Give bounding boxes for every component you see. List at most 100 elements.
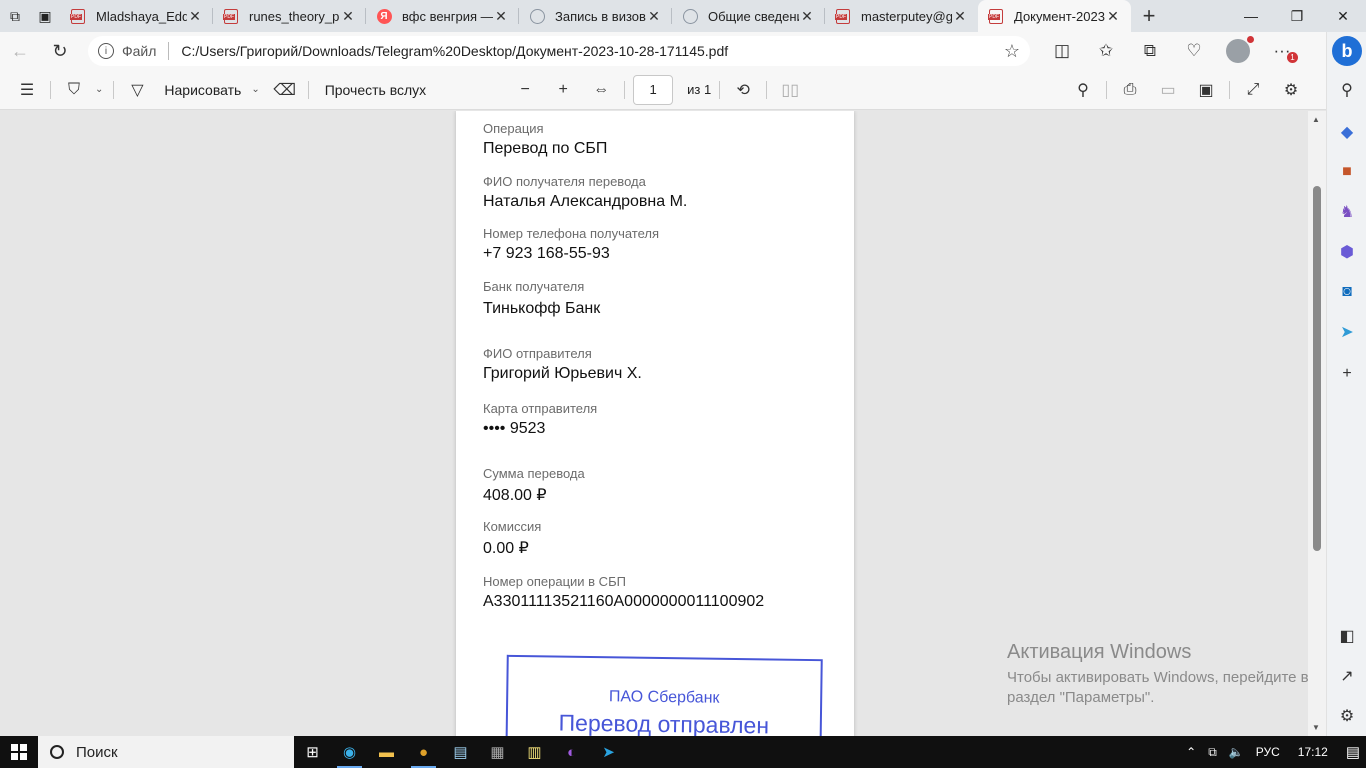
restore-button[interactable]: ❐: [1274, 0, 1320, 32]
copilot-button[interactable]: b: [1332, 36, 1362, 66]
fit-width-button[interactable]: ⇔: [582, 70, 620, 110]
profile-button[interactable]: [1216, 32, 1260, 70]
vertical-scrollbar[interactable]: ▲ ▼: [1308, 111, 1326, 736]
drop-button[interactable]: ➤: [1335, 320, 1359, 344]
tab-general-info[interactable]: Общие сведени ✕: [672, 0, 825, 32]
sidebar-settings-button[interactable]: ⚙: [1335, 704, 1359, 728]
paper-plane-icon: ➤: [1340, 324, 1354, 341]
close-icon[interactable]: ✕: [340, 8, 356, 25]
open-external-button[interactable]: ↗: [1335, 664, 1359, 688]
tab-title: masterputey@g: [861, 8, 952, 24]
fullscreen-button[interactable]: ⤢: [1234, 70, 1272, 110]
workspaces-button[interactable]: ⧉: [0, 0, 30, 32]
network-icon[interactable]: ⧉: [1202, 745, 1223, 760]
close-window-button[interactable]: ✕: [1320, 0, 1366, 32]
shopping-button[interactable]: ◆: [1335, 120, 1359, 144]
split-screen-button[interactable]: ◫: [1040, 32, 1084, 70]
taskbar-notepad[interactable]: ▤: [442, 736, 479, 768]
settings-more-button[interactable]: ··· 1: [1260, 32, 1304, 70]
favorites-button[interactable]: ✩: [1084, 32, 1128, 70]
close-icon[interactable]: ✕: [187, 8, 203, 25]
scroll-down-icon[interactable]: ▼: [1312, 723, 1320, 732]
tab-document-2023[interactable]: Документ-2023 ✕: [978, 0, 1131, 32]
taskbar-explorer[interactable]: ▬: [368, 736, 405, 768]
field-value: 408.00 ₽: [483, 487, 547, 504]
pdf-settings-button[interactable]: ⚙: [1272, 70, 1310, 110]
collections-button[interactable]: ⧉: [1128, 32, 1172, 70]
notifications-icon[interactable]: ▤: [1340, 743, 1366, 761]
recipient-phone-field: Номер телефона получателя +7 923 168-55-…: [483, 226, 659, 263]
close-icon[interactable]: ✕: [1105, 8, 1121, 25]
chevron-down-icon[interactable]: ⌄: [249, 84, 265, 95]
chess-piece-icon: ♞: [1339, 204, 1355, 221]
favorite-star-icon[interactable]: ☆: [1004, 41, 1020, 62]
info-icon[interactable]: i: [98, 43, 114, 59]
draw-button[interactable]: Нарисовать: [156, 82, 249, 98]
minimize-button[interactable]: —: [1228, 0, 1274, 32]
page-number-input[interactable]: 1: [633, 74, 674, 105]
scrollbar-thumb[interactable]: [1313, 186, 1321, 551]
sidebar-search-button[interactable]: ⚲: [1335, 78, 1359, 102]
new-tab-button[interactable]: +: [1131, 0, 1167, 32]
games-button[interactable]: ♞: [1335, 200, 1359, 224]
sidebar-panel-icon: ◧: [1339, 628, 1355, 645]
close-icon[interactable]: ✕: [493, 8, 509, 25]
browser-essentials-button[interactable]: ♡: [1172, 32, 1216, 70]
highlight-button[interactable]: ⛉: [55, 70, 93, 110]
volume-icon[interactable]: 🔈: [1223, 745, 1250, 759]
folder-icon: ▬: [379, 743, 394, 761]
tab-masterputey[interactable]: masterputey@g ✕: [825, 0, 978, 32]
operation-field: Операция Перевод по СБП: [483, 121, 607, 158]
close-icon[interactable]: ✕: [952, 8, 968, 25]
chevron-down-icon[interactable]: ⌄: [93, 84, 109, 95]
scroll-up-icon[interactable]: ▲: [1312, 115, 1320, 124]
eraser-button[interactable]: ⌫: [266, 70, 304, 110]
tab-vfs-hungary[interactable]: Я вфс венгрия — ✕: [366, 0, 519, 32]
page-view-button[interactable]: ▯▯: [771, 70, 809, 110]
hide-sidebar-button[interactable]: ◧: [1335, 624, 1359, 648]
taskbar-telegram[interactable]: ➤: [590, 736, 627, 768]
save-button[interactable]: ▭: [1149, 70, 1187, 110]
print-button[interactable]: ⎙: [1111, 70, 1149, 110]
refresh-button[interactable]: ↻: [40, 32, 80, 70]
task-view-button[interactable]: ⊞: [294, 736, 331, 768]
tab-visa-appointment[interactable]: Запись в визов ✕: [519, 0, 672, 32]
outlook-button[interactable]: ◙: [1335, 280, 1359, 304]
add-sidebar-app-button[interactable]: +: [1335, 362, 1359, 386]
find-button[interactable]: ⚲: [1064, 70, 1102, 110]
taskbar-chrome[interactable]: ●: [405, 736, 442, 768]
zoom-out-button[interactable]: −: [506, 70, 544, 110]
taskbar-edge[interactable]: ◉: [331, 736, 368, 768]
rotate-button[interactable]: ⟲: [724, 70, 762, 110]
field-label: Карта отправителя: [483, 401, 598, 416]
tab-runes-theory[interactable]: runes_theory_pr ✕: [213, 0, 366, 32]
url-text[interactable]: C:/Users/Григорий/Downloads/Telegram%20D…: [181, 43, 1003, 59]
address-bar[interactable]: i Файл C:/Users/Григорий/Downloads/Teleg…: [88, 36, 1030, 66]
notepad-icon: ▤: [453, 744, 468, 761]
taskbar-notes[interactable]: ▥: [516, 736, 553, 768]
start-button[interactable]: [0, 736, 38, 768]
close-icon[interactable]: ✕: [646, 8, 662, 25]
read-aloud-button[interactable]: Прочесть вслух: [313, 82, 434, 98]
search-icon: ⚲: [1341, 82, 1353, 99]
save-as-button[interactable]: ▣: [1187, 70, 1225, 110]
tab-mladshaya-edda[interactable]: Mladshaya_Edda ✕: [60, 0, 213, 32]
taskbar-search[interactable]: Поиск: [38, 736, 294, 768]
zoom-in-button[interactable]: +: [544, 70, 582, 110]
taskbar-app-dark[interactable]: ▦: [479, 736, 516, 768]
taskbar-media[interactable]: ◐: [553, 736, 590, 768]
page-view-icon: ▯▯: [781, 81, 800, 99]
tools-button[interactable]: ■: [1335, 160, 1359, 184]
language-indicator[interactable]: РУС: [1250, 745, 1286, 759]
window-controls: — ❐ ✕: [1228, 0, 1366, 32]
tray-chevron-icon[interactable]: ⌃: [1180, 745, 1202, 759]
close-icon[interactable]: ✕: [799, 8, 815, 25]
amount-field: Сумма перевода 408.00 ₽: [483, 466, 585, 505]
draw-icon-button[interactable]: ▽: [118, 70, 156, 110]
back-button[interactable]: ←: [0, 32, 40, 70]
tab-actions-button[interactable]: ▣: [30, 0, 60, 32]
heart-pulse-icon: ♡: [1186, 41, 1202, 60]
microsoft365-button[interactable]: ⬢: [1335, 240, 1359, 264]
clock[interactable]: 17:12: [1286, 745, 1340, 759]
contents-button[interactable]: ☰: [8, 70, 46, 110]
